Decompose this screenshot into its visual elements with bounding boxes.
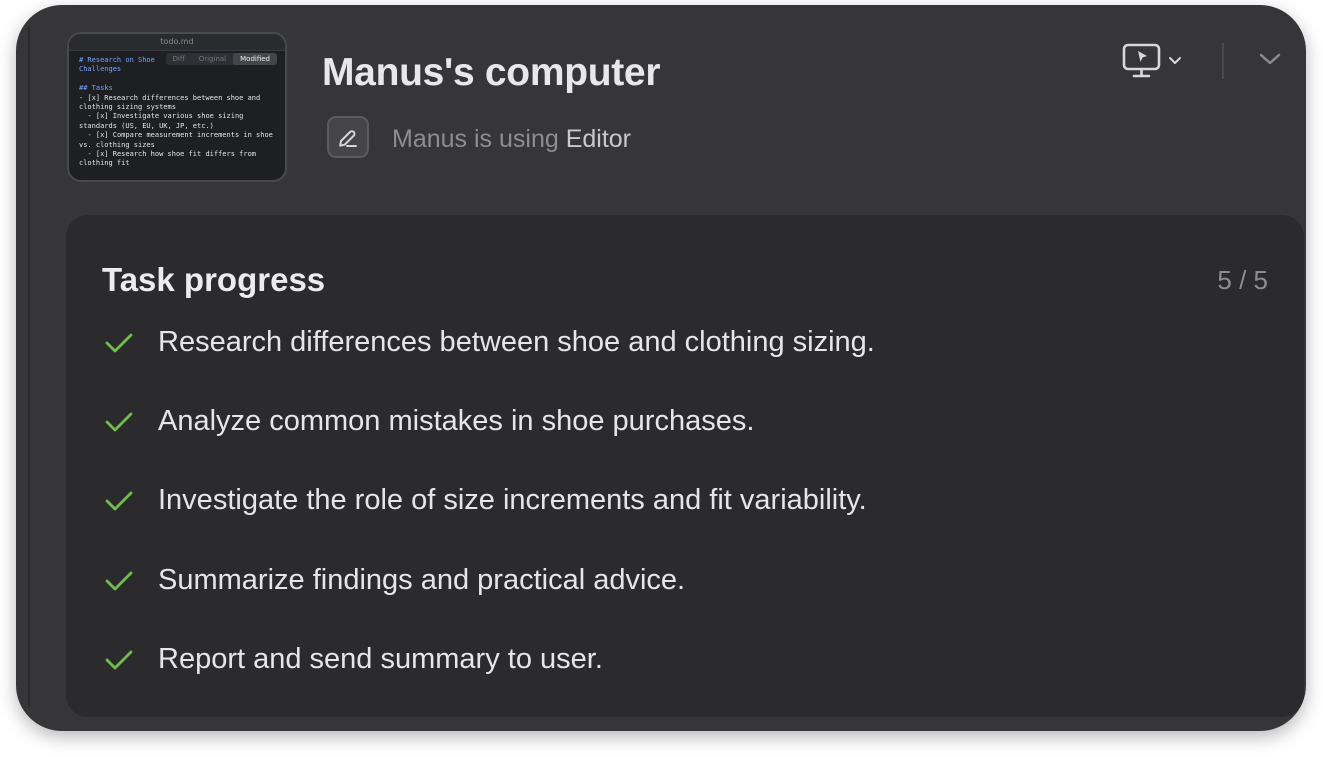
preview-file-content: # Research on Shoe Challenges ## Tasks -… <box>69 51 285 169</box>
task-label: Analyze common mistakes in shoe purchase… <box>158 405 755 437</box>
preview-line: - [x] Investigate various shoe sizing st… <box>79 112 248 130</box>
checkmark-icon <box>105 650 133 669</box>
task-label: Research differences between shoe and cl… <box>158 326 875 358</box>
chevron-down-icon <box>1259 53 1281 65</box>
preview-line: ## Tasks <box>79 84 113 93</box>
preview-line: - [x] Research differences between shoe … <box>79 93 265 112</box>
controls-divider <box>1222 43 1224 79</box>
preview-line: Challenges <box>79 65 122 74</box>
checkmark-icon <box>105 491 133 510</box>
checkmark-icon <box>105 571 133 590</box>
panel-edge-divider <box>28 27 30 707</box>
chevron-down-icon <box>1169 57 1181 64</box>
task-progress-count: 5 / 5 <box>1217 265 1268 295</box>
task-item: Investigate the role of size increments … <box>104 484 867 517</box>
status-prefix: Manus is using <box>392 125 559 153</box>
task-progress-panel: Task progress 5 / 5 Research differences… <box>66 215 1304 717</box>
task-item: Analyze common mistakes in shoe purchase… <box>104 405 754 438</box>
panel-title: Manus's computer <box>322 51 661 94</box>
pencil-icon <box>327 116 369 158</box>
checkmark-icon <box>105 412 133 431</box>
task-label: Summarize findings and practical advice. <box>158 564 686 596</box>
computer-panel: todo.md Diff Original Modified # Researc… <box>16 5 1306 731</box>
checkmark-icon <box>105 333 133 352</box>
activity-status: Manus is using Editor <box>392 125 631 154</box>
preview-line: - [x] Research how shoe fit differs from… <box>79 150 261 168</box>
task-item: Summarize findings and practical advice. <box>104 564 685 597</box>
task-label: Investigate the role of size increments … <box>158 484 867 516</box>
preview-line: - [x] Compare measurement increments in … <box>79 131 278 149</box>
task-item: Report and send summary to user. <box>104 643 603 676</box>
task-progress-title: Task progress <box>102 261 326 298</box>
editor-preview-thumbnail[interactable]: todo.md Diff Original Modified # Researc… <box>67 32 287 182</box>
preview-file-name: todo.md <box>69 34 285 51</box>
task-item: Research differences between shoe and cl… <box>104 326 875 359</box>
active-tool-name: Editor <box>565 125 632 153</box>
task-label: Report and send summary to user. <box>158 643 603 675</box>
view-screen-button[interactable] <box>1122 43 1182 79</box>
preview-line: # Research on Shoe <box>79 56 155 64</box>
collapse-panel-button[interactable] <box>1258 51 1282 72</box>
monitor-cursor-icon <box>1122 43 1161 78</box>
